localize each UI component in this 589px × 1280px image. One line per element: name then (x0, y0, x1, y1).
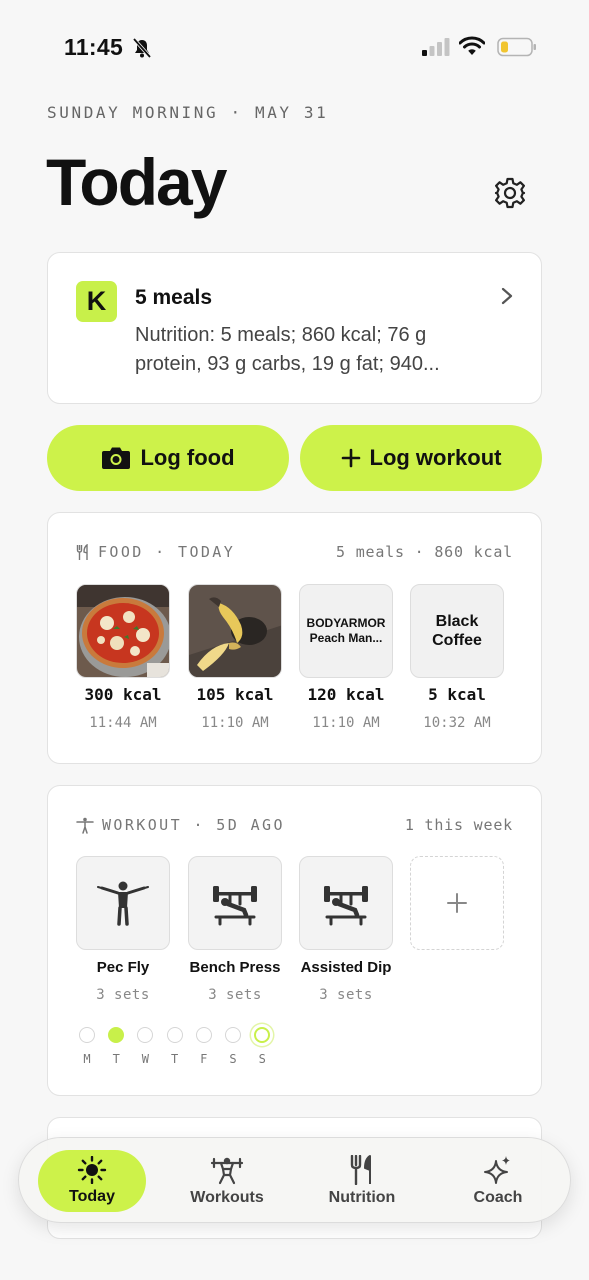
week-day-label: W (141, 1052, 149, 1066)
week-day-label: T (112, 1052, 120, 1066)
week-day-label: M (83, 1052, 91, 1066)
add-exercise-button[interactable] (410, 856, 504, 950)
status-time: 11:45 (64, 34, 124, 60)
workout-card[interactable]: WORKOUT · 5D AGO 1 this week Pec Fly Ben… (47, 785, 542, 1096)
food-item-bodyarmor[interactable]: BODYARMOR Peach Man... (299, 584, 393, 678)
food-item-time: 11:44 AM (89, 715, 157, 731)
weightlifter-icon (210, 1157, 244, 1185)
workout-summary: 1 this week (404, 816, 513, 834)
food-item-banana[interactable] (188, 584, 282, 678)
food-item-label: BODYARMOR Peach Man... (306, 616, 386, 645)
tab-label: Coach (473, 1189, 523, 1206)
food-item-kcal: 5 kcal (428, 685, 486, 704)
food-today-card[interactable]: FOOD · TODAY 5 meals · 860 kcal BODYARMO… (47, 512, 542, 764)
exercise-name: Assisted Dip (300, 959, 392, 976)
week-day-label: T (170, 1052, 179, 1066)
exercise-name: Bench Press (189, 959, 281, 976)
log-workout-label: Log workout (369, 445, 502, 470)
settings-gear-icon[interactable] (493, 176, 527, 210)
sun-icon (77, 1156, 107, 1184)
log-food-label: Log food (140, 445, 235, 470)
coach-badge: K (76, 281, 117, 322)
battery-icon (497, 37, 536, 57)
food-summary: 5 meals · 860 kcal (336, 543, 513, 561)
tab-coach[interactable]: Coach (444, 1150, 552, 1212)
tab-workouts[interactable]: Workouts (173, 1150, 281, 1212)
food-item-black-coffee[interactable]: Black Coffee (410, 584, 504, 678)
tab-label: Nutrition (328, 1189, 396, 1206)
food-item-kcal: 300 kcal (84, 685, 162, 704)
week-day-dot (166, 1027, 183, 1043)
exercise-name: Pec Fly (96, 959, 150, 976)
page-title: Today (46, 145, 227, 219)
date-line: SUNDAY MORNING · MAY 31 (47, 103, 329, 122)
log-workout-button[interactable]: Log workout (300, 425, 542, 491)
tab-label: Workouts (190, 1189, 264, 1206)
wifi-icon (459, 36, 485, 55)
sparkles-icon (484, 1156, 510, 1184)
food-item-pizza[interactable] (76, 584, 170, 678)
log-food-button[interactable]: Log food (47, 425, 289, 491)
week-day-label: S (258, 1052, 266, 1066)
food-item-kcal: 120 kcal (307, 685, 385, 704)
chevron-right-icon (501, 287, 513, 305)
bench-press-icon (324, 886, 368, 926)
tab-today[interactable]: Today (38, 1150, 146, 1212)
banana-photo (189, 585, 281, 677)
pizza-photo (77, 585, 169, 677)
week-day-dot (225, 1027, 241, 1043)
exercise-sets: 3 sets (319, 987, 373, 1003)
week-day-dot (137, 1027, 154, 1043)
exercise-tile-bench-press[interactable] (188, 856, 282, 950)
bell-muted-icon (132, 37, 152, 59)
food-item-time: 10:32 AM (423, 715, 491, 731)
exercise-tile-pec-fly[interactable] (76, 856, 170, 950)
signal-icon (422, 38, 450, 56)
camera-icon (102, 447, 131, 469)
food-item-kcal: 105 kcal (196, 685, 274, 704)
week-day-dot (108, 1027, 125, 1043)
pec-fly-icon (97, 881, 149, 926)
food-header-label: FOOD · TODAY (98, 543, 236, 561)
tab-bar: Today Workouts Nutrition Coach (18, 1137, 571, 1223)
plus-icon (447, 893, 467, 913)
food-section-header: FOOD · TODAY (76, 543, 235, 561)
summary-text: Nutrition: 5 meals; 860 kcal; 76 g prote… (135, 324, 440, 375)
week-day-dot (254, 1027, 271, 1043)
status-bar: 11:45 (0, 0, 589, 96)
workout-section-header: WORKOUT · 5D AGO (76, 816, 285, 834)
exercise-sets: 3 sets (96, 987, 150, 1003)
exercise-tile-assisted-dip[interactable] (299, 856, 393, 950)
food-item-label: Black Coffee (432, 613, 482, 649)
stretch-figure-icon (76, 817, 94, 834)
plus-icon (341, 448, 360, 468)
workout-header-label: WORKOUT · 5D AGO (102, 816, 285, 834)
week-day-dot (195, 1027, 212, 1043)
tab-nutrition[interactable]: Nutrition (308, 1150, 416, 1212)
tab-label: Today (69, 1188, 115, 1205)
bench-press-icon (213, 886, 257, 926)
food-item-time: 11:10 AM (201, 715, 269, 731)
food-item-time: 11:10 AM (312, 715, 380, 731)
week-day-label: F (200, 1052, 208, 1066)
fork-knife-icon (350, 1155, 371, 1185)
week-day-label: S (229, 1052, 237, 1066)
fork-knife-icon (76, 543, 88, 560)
week-day-dot (79, 1027, 95, 1043)
summary-title: 5 meals (135, 286, 213, 309)
exercise-sets: 3 sets (208, 987, 262, 1003)
daily-summary-card[interactable]: K 5 meals Nutrition: 5 meals; 860 kcal; … (47, 252, 542, 404)
